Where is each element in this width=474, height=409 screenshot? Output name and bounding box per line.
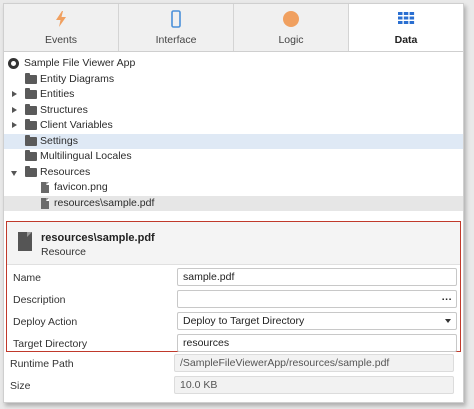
prop-name: Name sample.pdf xyxy=(7,268,460,289)
phone-icon xyxy=(171,10,181,28)
target-directory-field[interactable]: resources xyxy=(177,334,457,352)
folder-icon xyxy=(25,72,37,84)
deploy-action-select[interactable]: Deploy to Target Directory xyxy=(177,312,457,330)
tree-item-multilingual-locales[interactable]: Multilingual Locales xyxy=(4,149,463,165)
file-icon xyxy=(41,182,49,193)
lightning-icon xyxy=(56,11,66,27)
tree-item-resources[interactable]: Resources xyxy=(4,165,463,181)
tree-item-client-variables[interactable]: Client Variables xyxy=(4,118,463,134)
runtime-path-field: /SampleFileViewerApp/resources/sample.pd… xyxy=(174,354,454,372)
folder-icon xyxy=(25,150,37,161)
tree-root-label: Sample File Viewer App xyxy=(24,57,136,69)
table-icon xyxy=(398,12,415,24)
target-directory-label: Target Directory xyxy=(13,338,88,350)
file-icon xyxy=(41,197,49,209)
resource-title: resources\sample.pdf xyxy=(41,232,155,244)
prop-size: Size 10.0 KB xyxy=(4,376,463,397)
tab-data-label: Data xyxy=(394,34,418,46)
tree-item-sample-pdf[interactable]: resources\sample.pdf xyxy=(4,195,463,211)
folder-icon xyxy=(25,165,37,177)
size-field: 10.0 KB xyxy=(174,376,454,394)
deploy-action-value: Deploy to Target Directory xyxy=(183,315,305,327)
tree-item-label: Resources xyxy=(40,165,91,178)
app-icon xyxy=(8,58,19,69)
file-icon xyxy=(18,232,32,251)
prop-runtime-path: Runtime Path /SampleFileViewerApp/resour… xyxy=(4,354,463,375)
folder-icon xyxy=(25,88,37,99)
name-label: Name xyxy=(13,272,42,284)
properties-panel: Events Interface Logic Data Sample File xyxy=(3,3,464,403)
description-field[interactable]: ... xyxy=(177,290,457,308)
tree-item-label: Entities xyxy=(40,88,75,100)
tree-item-structures[interactable]: Structures xyxy=(4,103,463,119)
tab-bar: Events Interface Logic Data xyxy=(4,4,463,52)
tree-item-entities[interactable]: Entities xyxy=(4,87,463,103)
prop-deploy-action: Deploy Action Deploy to Target Directory xyxy=(7,312,460,333)
tab-interface[interactable]: Interface xyxy=(119,4,234,51)
tab-events[interactable]: Events xyxy=(4,4,119,51)
resource-header: resources\sample.pdf Resource xyxy=(7,222,460,265)
expand-arrow-icon[interactable] xyxy=(12,106,17,113)
tab-data[interactable]: Data xyxy=(349,4,463,51)
folder-icon xyxy=(25,119,37,130)
tree-item-label: resources\sample.pdf xyxy=(54,196,155,209)
resource-type: Resource xyxy=(41,246,86,258)
tab-events-label: Events xyxy=(44,34,78,46)
tree-item-label: Client Variables xyxy=(40,119,113,131)
module-tree: Sample File Viewer App Entity Diagrams E… xyxy=(4,56,463,211)
tree-item-label: Entity Diagrams xyxy=(40,72,115,85)
tree-item-label: favicon.png xyxy=(54,181,108,193)
highlighted-properties: resources\sample.pdf Resource Name sampl… xyxy=(6,221,461,352)
size-label: Size xyxy=(10,380,31,392)
prop-description: Description ... xyxy=(7,290,460,311)
folder-icon xyxy=(25,134,37,146)
description-edit-button[interactable]: ... xyxy=(442,289,452,305)
runtime-path-label: Runtime Path xyxy=(10,358,74,370)
expand-arrow-icon[interactable] xyxy=(12,91,17,97)
tab-interface-label: Interface xyxy=(155,34,197,46)
tree-item-label: Structures xyxy=(40,103,88,116)
folder-icon xyxy=(25,103,37,115)
expand-arrow-icon[interactable] xyxy=(12,122,17,128)
name-field[interactable]: sample.pdf xyxy=(177,268,457,286)
tree-item-label: Multilingual Locales xyxy=(40,150,132,162)
collapse-arrow-icon[interactable] xyxy=(11,170,17,176)
tab-logic-label: Logic xyxy=(278,34,304,46)
tree-item-label: Settings xyxy=(40,134,78,147)
tree-item-favicon[interactable]: favicon.png xyxy=(4,180,463,196)
deploy-action-label: Deploy Action xyxy=(13,316,78,328)
chevron-down-icon xyxy=(445,319,451,323)
tree-item-entity-diagrams[interactable]: Entity Diagrams xyxy=(4,72,463,88)
prop-target-directory: Target Directory resources xyxy=(7,334,460,355)
tree-root[interactable]: Sample File Viewer App xyxy=(4,56,463,72)
description-label: Description xyxy=(13,294,66,306)
tree-item-settings[interactable]: Settings xyxy=(4,133,463,149)
tab-logic[interactable]: Logic xyxy=(234,4,349,51)
circle-icon xyxy=(283,11,299,27)
